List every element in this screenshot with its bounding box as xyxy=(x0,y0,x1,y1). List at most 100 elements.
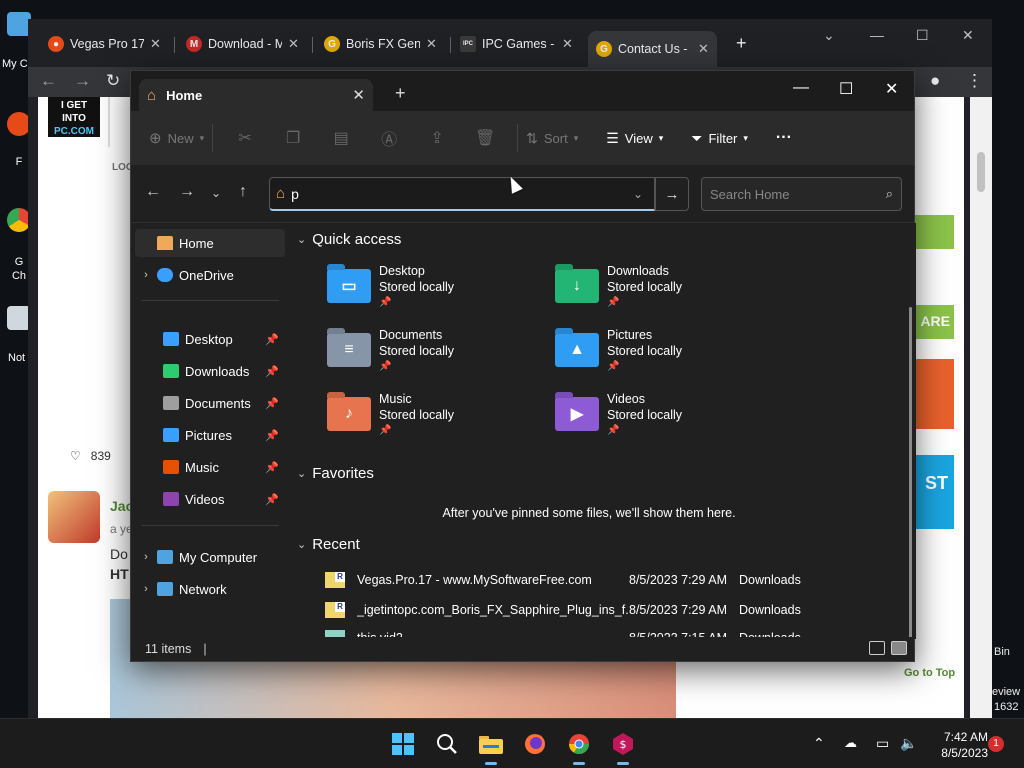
quick-access-item-music[interactable]: ♪ Music Stored locally 📌 xyxy=(327,391,527,447)
pin-icon[interactable]: 📌 xyxy=(265,493,279,506)
section-title: Quick access xyxy=(312,231,402,248)
profile-icon[interactable]: ● xyxy=(930,71,940,91)
chevron-right-icon[interactable]: › xyxy=(135,583,157,595)
rename-icon[interactable]: Ⓐ xyxy=(365,126,413,150)
back-icon[interactable]: ← xyxy=(40,71,57,91)
taskbar-file-explorer[interactable] xyxy=(476,729,506,765)
page-scrollbar[interactable] xyxy=(970,97,992,718)
taskbar-chrome[interactable] xyxy=(564,729,594,765)
minimize-icon[interactable]: — xyxy=(793,79,809,97)
maximize-icon[interactable]: ☐ xyxy=(916,27,929,44)
close-icon[interactable]: ✕ xyxy=(150,36,161,52)
downloads-folder-icon: ↓ xyxy=(555,269,599,303)
up-icon[interactable]: ↑ xyxy=(239,183,247,201)
nav-item-label: OneDrive xyxy=(179,267,234,283)
explorer-tab-home[interactable]: ⌂ Home ✕ xyxy=(139,79,373,111)
delete-icon[interactable]: 🗑 xyxy=(461,128,509,148)
system-clock[interactable]: 7:42 AM 8/5/2023 xyxy=(930,729,988,761)
browser-tab[interactable]: ● Vegas Pro 17 | ✕ xyxy=(40,31,169,57)
share-icon[interactable]: ⇪ xyxy=(413,128,461,148)
close-icon[interactable]: ✕ xyxy=(352,86,365,104)
nav-item-my-computer[interactable]: › My Computer xyxy=(135,543,285,571)
onedrive-icon[interactable]: ☁ xyxy=(844,735,857,751)
search-input[interactable]: Search Home ⌕ xyxy=(701,177,902,211)
new-button[interactable]: ⊕ New ▾ xyxy=(149,129,204,147)
taskbar-app[interactable]: $ xyxy=(608,729,638,765)
tiles-view-icon[interactable] xyxy=(891,641,907,655)
browser-tab-active[interactable]: G Contact Us - | ✕ xyxy=(588,31,717,67)
nav-item-pictures[interactable]: Pictures 📌 xyxy=(135,421,285,449)
quick-access-item-documents[interactable]: ≡ Documents Stored locally 📌 xyxy=(327,327,527,383)
chevron-right-icon[interactable]: › xyxy=(135,551,157,563)
new-tab-button[interactable]: + xyxy=(395,83,406,104)
more-options-button[interactable]: ··· xyxy=(776,129,792,147)
menu-icon[interactable]: ⋮ xyxy=(966,71,983,91)
favorites-header[interactable]: ⌄ Favorites xyxy=(297,465,374,482)
new-tab-button[interactable]: + xyxy=(736,33,747,54)
content-scrollbar[interactable] xyxy=(909,307,912,639)
close-icon[interactable]: ✕ xyxy=(426,36,437,52)
chevron-down-icon[interactable]: ⌄ xyxy=(211,186,221,200)
recent-file-row[interactable]: R _igetintopc.com_Boris_FX_Sapphire_Plug… xyxy=(325,599,885,621)
chevron-up-icon[interactable]: ⌃ xyxy=(813,735,825,752)
forward-icon[interactable]: → xyxy=(74,71,91,91)
taskbar-firefox[interactable] xyxy=(520,729,550,759)
chevron-down-icon[interactable]: ⌄ xyxy=(823,27,835,44)
chevron-right-icon[interactable]: › xyxy=(135,269,157,281)
network-icon[interactable]: ▭ xyxy=(876,735,889,752)
pin-icon[interactable]: 📌 xyxy=(265,397,279,410)
nav-item-music[interactable]: Music 📌 xyxy=(135,453,285,481)
view-button[interactable]: ☰ View ▾ xyxy=(606,130,663,147)
browser-tab-title: IPC Games - I xyxy=(482,37,556,51)
search-button[interactable] xyxy=(432,729,462,759)
cut-icon[interactable]: ✂ xyxy=(221,128,269,148)
filter-button[interactable]: ⏷ Filter ▾ xyxy=(691,130,748,147)
nav-item-onedrive[interactable]: › OneDrive xyxy=(135,261,285,289)
quick-access-item-desktop[interactable]: ▭ Desktop Stored locally 📌 xyxy=(327,263,527,319)
start-button[interactable] xyxy=(388,729,418,759)
quick-access-header[interactable]: ⌄ Quick access xyxy=(297,231,401,248)
maximize-icon[interactable]: ☐ xyxy=(839,79,853,99)
quick-access-item-videos[interactable]: ▶ Videos Stored locally 📌 xyxy=(555,391,755,447)
site-logo[interactable]: I GET INTO PC.COM xyxy=(48,97,100,137)
quick-access-item-pictures[interactable]: ▲ Pictures Stored locally 📌 xyxy=(555,327,755,383)
nav-item-desktop[interactable]: Desktop 📌 xyxy=(135,325,285,353)
nav-item-documents[interactable]: Documents 📌 xyxy=(135,389,285,417)
browser-tab[interactable]: G Boris FX Gen ✕ xyxy=(316,31,445,57)
nav-item-network[interactable]: › Network xyxy=(135,575,285,603)
address-input[interactable]: ⌂ p xyxy=(269,177,655,211)
close-icon[interactable]: ✕ xyxy=(288,36,299,52)
back-icon[interactable]: ← xyxy=(145,183,161,201)
document-icon xyxy=(163,396,179,410)
close-icon[interactable]: ✕ xyxy=(562,36,573,52)
pin-icon[interactable]: 📌 xyxy=(265,429,279,442)
pin-icon[interactable]: 📌 xyxy=(265,461,279,474)
details-view-icon[interactable] xyxy=(869,641,885,655)
nav-item-home[interactable]: Home xyxy=(135,229,285,257)
go-to-top-link[interactable]: Go to Top xyxy=(904,667,955,679)
volume-icon[interactable]: 🔈 xyxy=(900,735,917,752)
browser-tab[interactable]: M Download - M ✕ xyxy=(178,31,307,57)
go-arrow-icon[interactable]: → xyxy=(655,177,689,211)
reload-icon[interactable]: ↻ xyxy=(106,71,120,91)
close-icon[interactable]: ✕ xyxy=(885,79,898,99)
forward-icon[interactable]: → xyxy=(179,183,195,201)
close-icon[interactable]: ✕ xyxy=(962,27,974,44)
recent-header[interactable]: ⌄ Recent xyxy=(297,536,360,553)
quick-access-item-downloads[interactable]: ↓ Downloads Stored locally 📌 xyxy=(555,263,755,319)
pin-icon[interactable]: 📌 xyxy=(265,333,279,346)
close-icon[interactable]: ✕ xyxy=(698,41,709,57)
pin-icon[interactable]: 📌 xyxy=(265,365,279,378)
scrollbar-thumb[interactable] xyxy=(977,152,985,192)
paste-icon[interactable]: ▤ xyxy=(317,128,365,148)
recent-file-row[interactable]: R Vegas.Pro.17 - www.MySoftwareFree.com … xyxy=(325,569,885,591)
nav-item-downloads[interactable]: Downloads 📌 xyxy=(135,357,285,385)
address-dropdown-icon[interactable]: ⌄ xyxy=(621,177,655,211)
nav-item-videos[interactable]: Videos 📌 xyxy=(135,485,285,513)
sort-button[interactable]: ⇅ Sort ▾ xyxy=(526,130,578,147)
browser-tab[interactable]: IPC IPC Games - I ✕ xyxy=(452,31,581,57)
minimize-icon[interactable]: — xyxy=(870,27,884,43)
like-counter[interactable]: ♡ 839 xyxy=(70,449,111,463)
copy-icon[interactable]: ❐ xyxy=(269,128,317,148)
notification-badge[interactable]: 1 xyxy=(988,736,1004,752)
